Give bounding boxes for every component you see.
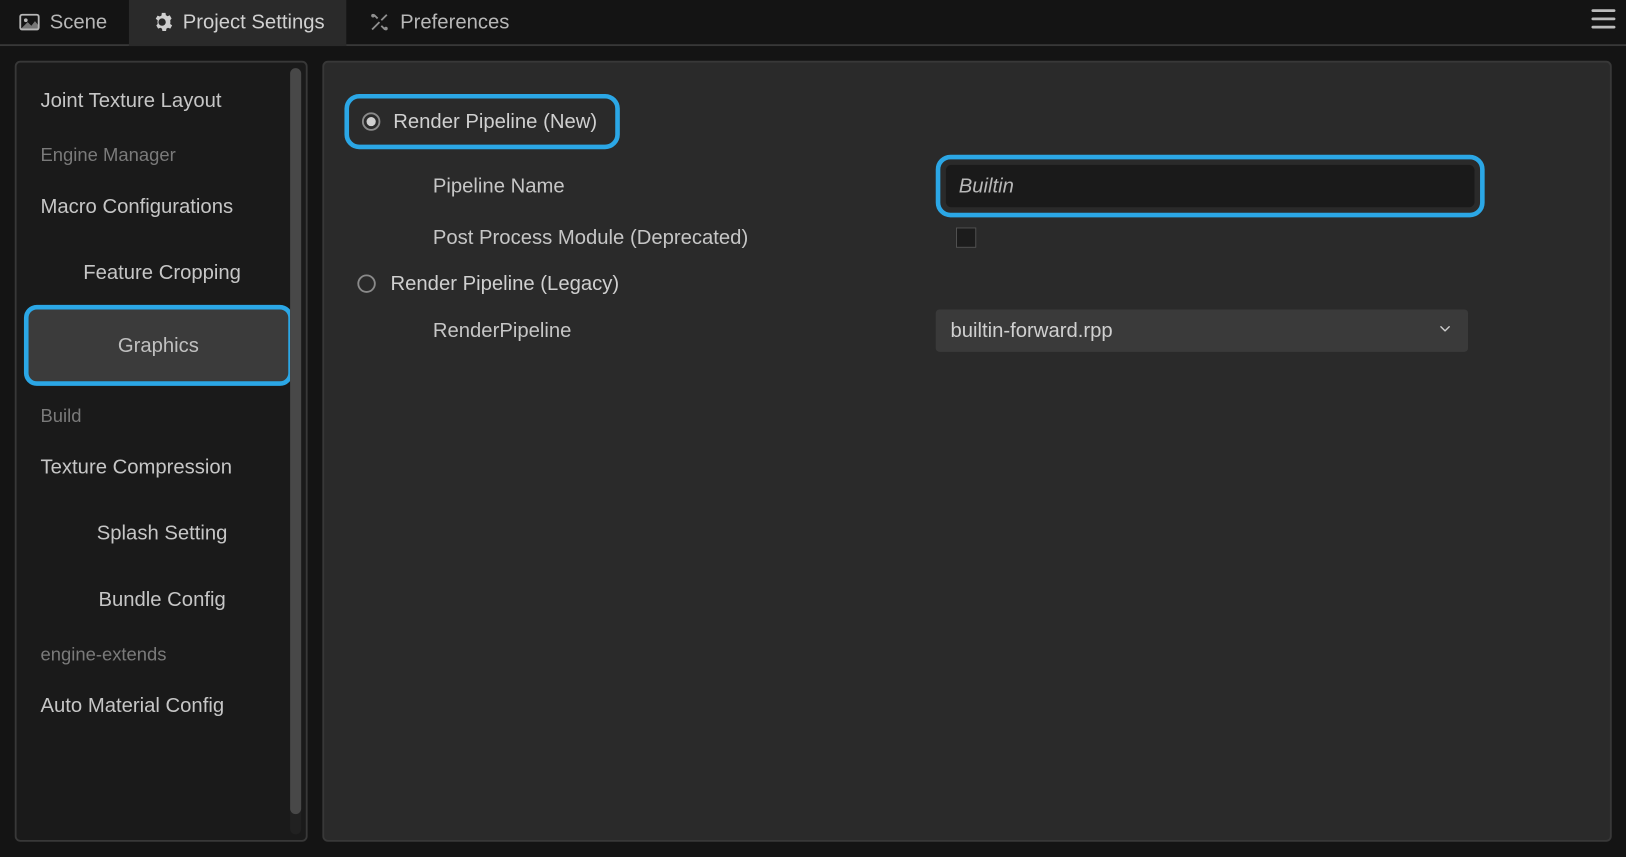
radio-render-pipeline-new[interactable]: Render Pipeline (New)	[344, 94, 620, 149]
render-pipeline-select-value: builtin-forward.rpp	[950, 319, 1112, 343]
sidebar-header-build: Build	[24, 390, 293, 439]
sidebar-item-macro-configurations[interactable]: Macro Configurations	[24, 178, 293, 235]
tools-icon	[369, 11, 391, 33]
tab-scene-label: Scene	[50, 10, 107, 34]
tab-preferences-label: Preferences	[400, 10, 509, 34]
content-panel: Render Pipeline (New) Pipeline Name Post	[322, 61, 1611, 842]
label-render-pipeline: RenderPipeline	[346, 319, 935, 343]
gear-icon	[151, 11, 173, 33]
label-pipeline-name: Pipeline Name	[346, 174, 935, 198]
tab-project-settings[interactable]: Project Settings	[129, 0, 346, 46]
sidebar-item-joint-texture-layout[interactable]: Joint Texture Layout	[24, 72, 293, 129]
chevron-down-icon	[1437, 320, 1454, 341]
radio-dot-unselected-icon	[357, 274, 375, 292]
tab-preferences[interactable]: Preferences	[347, 0, 532, 44]
sidebar-item-auto-material-config[interactable]: Auto Material Config	[24, 677, 293, 734]
sidebar-item-bundle-config[interactable]: Bundle Config	[24, 571, 293, 628]
main-area: Joint Texture Layout Engine Manager Macr…	[0, 46, 1626, 856]
tab-scene[interactable]: Scene	[0, 0, 129, 44]
sidebar: Joint Texture Layout Engine Manager Macr…	[15, 61, 308, 842]
scrollbar-thumb[interactable]	[290, 68, 301, 814]
sidebar-item-texture-compression[interactable]: Texture Compression	[24, 438, 293, 495]
sidebar-item-splash-setting[interactable]: Splash Setting	[24, 505, 293, 562]
label-post-process-module: Post Process Module (Deprecated)	[346, 226, 935, 250]
sidebar-item-feature-cropping[interactable]: Feature Cropping	[24, 244, 293, 301]
tab-bar: Scene Project Settings Preferences	[0, 0, 1626, 46]
post-process-checkbox[interactable]	[956, 227, 976, 247]
radio-render-pipeline-new-label: Render Pipeline (New)	[393, 110, 597, 134]
menu-button[interactable]	[1591, 9, 1615, 28]
sidebar-item-graphics[interactable]: Graphics	[24, 305, 293, 386]
radio-dot-selected-icon	[362, 112, 380, 130]
radio-render-pipeline-legacy[interactable]: Render Pipeline (Legacy)	[346, 263, 1582, 304]
pipeline-name-input[interactable]	[946, 165, 1475, 207]
tab-project-settings-label: Project Settings	[183, 10, 325, 34]
render-pipeline-select[interactable]: builtin-forward.rpp	[936, 309, 1468, 351]
radio-render-pipeline-legacy-label: Render Pipeline (Legacy)	[391, 272, 620, 296]
image-icon	[18, 11, 40, 33]
sidebar-header-engine-extends: engine-extends	[24, 628, 293, 677]
pipeline-name-highlight	[936, 155, 1485, 218]
sidebar-header-engine-manager: Engine Manager	[24, 129, 293, 178]
